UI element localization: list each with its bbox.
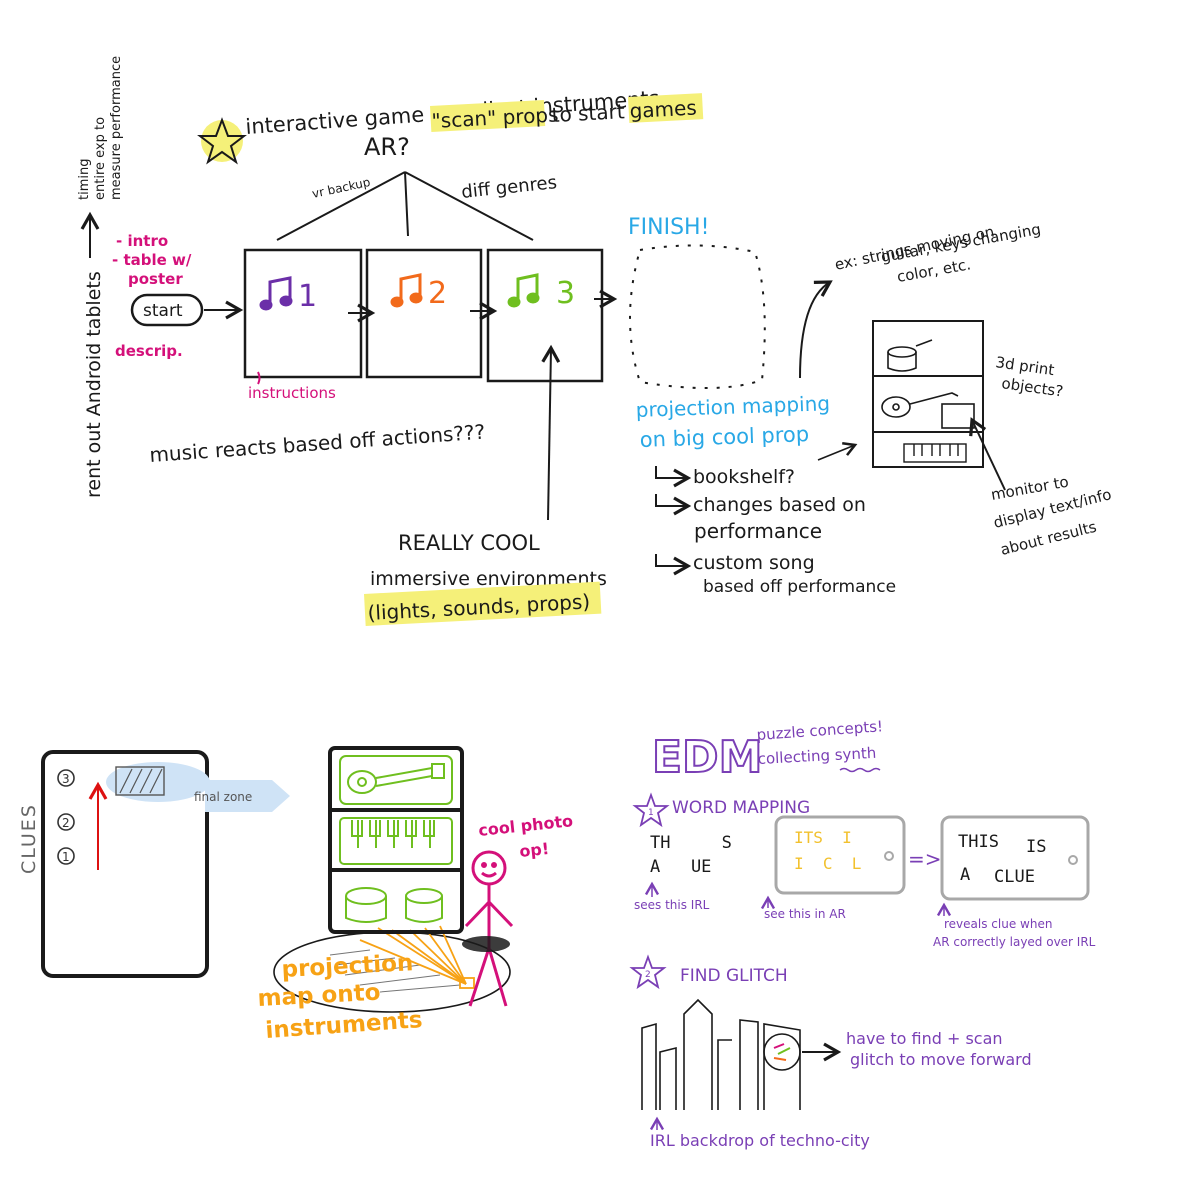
projection-label-1: projection mapping [635, 391, 830, 422]
bookshelf-arrow [817, 442, 858, 461]
stage-2-number: 2 [428, 276, 447, 311]
have-label-2: glitch to move forward [850, 1050, 1032, 1069]
irl-text-1: TH S [650, 833, 732, 853]
descrip-label: descrip. [115, 342, 183, 360]
immersive-group: REALLY COOL immersive environments (ligh… [364, 344, 607, 626]
bookshelf-label: bookshelf? [693, 466, 795, 488]
reveals-label-1: reveals clue when [944, 917, 1052, 931]
ex-arrow [799, 280, 833, 379]
irl-text-2: A UE [650, 857, 711, 877]
have-label-1: have to find + scan [846, 1029, 1003, 1048]
print-label-2: objects? [1000, 374, 1064, 400]
poster-label: poster [128, 270, 183, 288]
changes-label-2: performance [694, 519, 822, 543]
result-clue: CLUE [994, 867, 1035, 887]
drum-icon [345, 887, 443, 923]
arrow-icon [655, 466, 692, 488]
music-note-icon [507, 273, 540, 308]
stage-box-3 [486, 248, 604, 383]
arrow-icon [655, 554, 692, 576]
collecting-label: collecting synth [757, 744, 876, 768]
stage-1-number: 1 [298, 279, 317, 314]
arrow-icon [655, 494, 692, 516]
proj-label-1: projection [281, 950, 414, 983]
reveals-label-2: AR correctly layed over IRL [933, 935, 1096, 949]
guitar-icon [881, 392, 959, 418]
keyboard-box [339, 817, 453, 865]
music-note-icon [259, 276, 293, 311]
to-start-label: to start [551, 99, 625, 127]
table-label: - table w/ [112, 251, 192, 269]
guitar-icon [347, 763, 445, 794]
edm-group: EDM puzzle concepts! collecting synth 1 … [629, 717, 1096, 1150]
find-glitch-label: FIND GLITCH [680, 966, 788, 986]
really-cool-arrow [541, 344, 561, 521]
ar-text-1: ITS I [794, 828, 852, 847]
vr-backup-label: vr backup [311, 175, 372, 201]
sees-irl-label: sees this IRL [634, 898, 710, 912]
really-cool-label: REALLY COOL [398, 531, 540, 555]
instrument-shelf-group: cool photo op! projection map onto instr… [257, 746, 574, 1044]
glitch-icon [773, 1043, 791, 1061]
proj-label-3: instruments [265, 1007, 424, 1044]
concept-sketch: rent out Android tablets timing entire e… [18, 56, 1113, 1150]
clues-tablet-group: CLUES final zone 3 2 1 [18, 750, 290, 978]
start-label: start [143, 301, 183, 321]
puzzle-1-number: 1 [648, 808, 654, 818]
music-note-icon [390, 273, 423, 308]
clue-3-label: 3 [62, 772, 70, 786]
side-note-measure: measure performance [109, 56, 124, 200]
photo-platform [462, 936, 510, 952]
monitor-arrow [969, 417, 1006, 491]
ar-label: AR? [364, 133, 410, 161]
equals-arrow: => [908, 847, 942, 871]
finish-dashed-box [629, 244, 766, 389]
edm-title: EDM [652, 732, 762, 783]
see-ar-label: see this in AR [764, 907, 846, 921]
start-group: - intro - table w/ poster start descrip. [112, 232, 244, 360]
side-note-entire: entire exp to [93, 117, 108, 200]
drum-icon [887, 339, 933, 372]
keyboard-icon [903, 443, 967, 463]
stage-boxes: 1 2 3 instructions [243, 248, 618, 402]
techno-city-sketch [641, 998, 801, 1110]
result-a: A [960, 865, 970, 885]
finish-label: FINISH! [628, 215, 709, 240]
synth-underline [839, 767, 881, 773]
stage-box-2 [365, 248, 483, 379]
result-this: THIS [958, 832, 999, 852]
word-mapping-label: WORD MAPPING [672, 798, 810, 818]
changes-label-1: changes based on [693, 494, 866, 516]
keyboard-icon [351, 820, 435, 848]
clue-2-label: 2 [62, 816, 70, 830]
side-note-timing: timing [77, 159, 92, 200]
final-zone-label: final zone [194, 790, 252, 804]
finish-group: FINISH! [628, 215, 766, 389]
music-reacts-label: music reacts based off actions??? [149, 420, 486, 467]
instructions-label: instructions [248, 384, 336, 402]
side-note: rent out Android tablets timing entire e… [77, 56, 124, 498]
puzzle-label: puzzle concepts! [756, 717, 884, 744]
puzzle-2-number: 2 [645, 970, 651, 980]
diff-genres-label: diff genres [460, 172, 558, 203]
stage-3-number: 3 [556, 276, 575, 311]
based-off-label: based off performance [703, 577, 896, 597]
ar-text-2: I C L [794, 854, 861, 873]
op-label: op! [518, 839, 550, 861]
games-label: games [629, 96, 697, 123]
intro-label: - intro [116, 232, 168, 250]
projection-label-2: on big cool prop [639, 422, 809, 452]
backdrop-label: IRL backdrop of techno-city [650, 1131, 870, 1150]
custom-song-label: custom song [693, 552, 815, 574]
cool-photo-label: cool photo [477, 811, 573, 840]
side-note-rent: rent out Android tablets [83, 271, 105, 498]
clues-label: CLUES [18, 803, 40, 874]
proj-label-2: map onto [257, 980, 381, 1012]
monitor-sketch [941, 403, 975, 429]
clue-1-label: 1 [62, 850, 70, 864]
projection-group: projection mapping on big cool prop book… [635, 391, 896, 597]
result-is: IS [1026, 837, 1046, 857]
